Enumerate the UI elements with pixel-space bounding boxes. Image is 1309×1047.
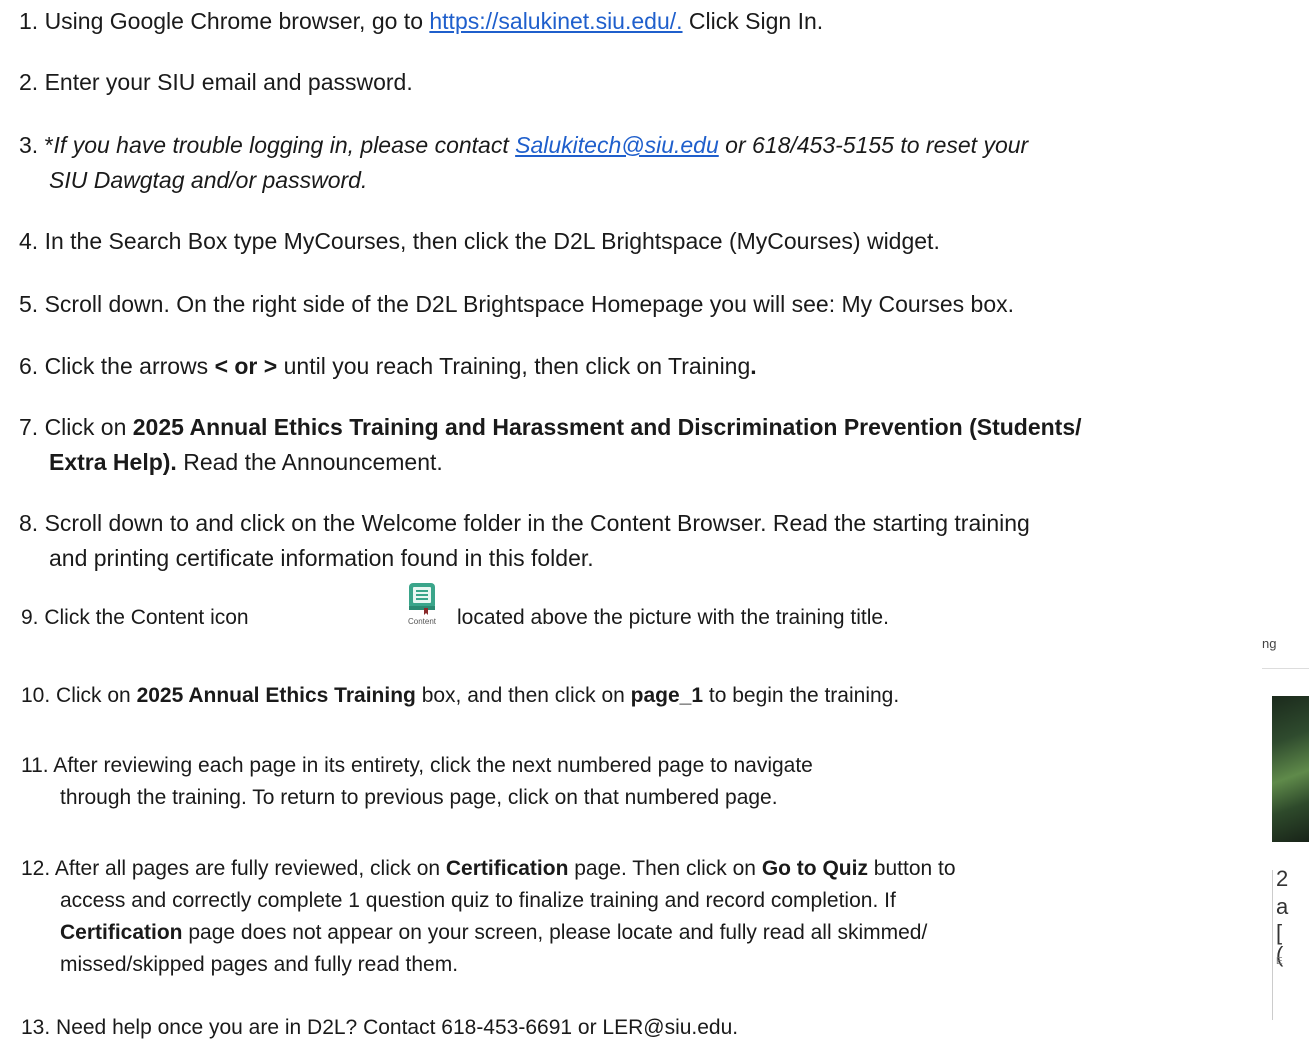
content-icon-figure: Content (395, 582, 449, 668)
step-13: 13. Need help once you are in D2L? Conta… (21, 1016, 739, 1039)
edge-char-2: a (1276, 894, 1289, 919)
step-7: 7. Click on 2025 Annual Ethics Training … (19, 414, 1082, 475)
content-book-icon (409, 583, 435, 615)
step-5: 5. Scroll down. On the right side of the… (19, 291, 1015, 317)
course-banner-image (1272, 696, 1309, 842)
step-8: 8. Scroll down to and click on the Welco… (19, 510, 1030, 571)
step-1: 1. Using Google Chrome browser, go to ht… (19, 8, 824, 34)
step-10: 10. Click on 2025 Annual Ethics Training… (21, 684, 900, 707)
step-9: 9. Click the Content icon (21, 606, 249, 629)
step-12: 12. After all pages are fully reviewed, … (21, 857, 956, 976)
step-9-tail: located above the picture with the train… (457, 606, 889, 629)
edge-char-1: 2 (1276, 866, 1289, 891)
edge-fragment-heading: ng (1262, 636, 1277, 651)
step-11: 11. After reviewing each page in its ent… (21, 754, 813, 809)
edge-fragment-small-text: E (1276, 956, 1283, 967)
step-3-line-2: SIU Dawgtag and/or password. (49, 167, 368, 193)
edge-fragment-border (1272, 870, 1273, 1020)
salukinet-link[interactable]: https://salukinet.siu.edu/. (429, 8, 682, 34)
edge-fragment-divider (1262, 668, 1309, 669)
step-4: 4. In the Search Box type MyCourses, the… (19, 228, 940, 254)
step-2: 2. Enter your SIU email and password. (19, 69, 413, 95)
content-icon-caption: Content (407, 617, 437, 626)
step-3: 3. *If you have trouble logging in, plea… (19, 132, 1029, 193)
cropped-course-card-fragment: ng 2 a [ ( E (1262, 630, 1309, 1030)
salukitech-email-link[interactable]: Salukitech@siu.edu (515, 132, 719, 158)
step-6: 6. Click the arrows < or > until you rea… (19, 353, 757, 379)
